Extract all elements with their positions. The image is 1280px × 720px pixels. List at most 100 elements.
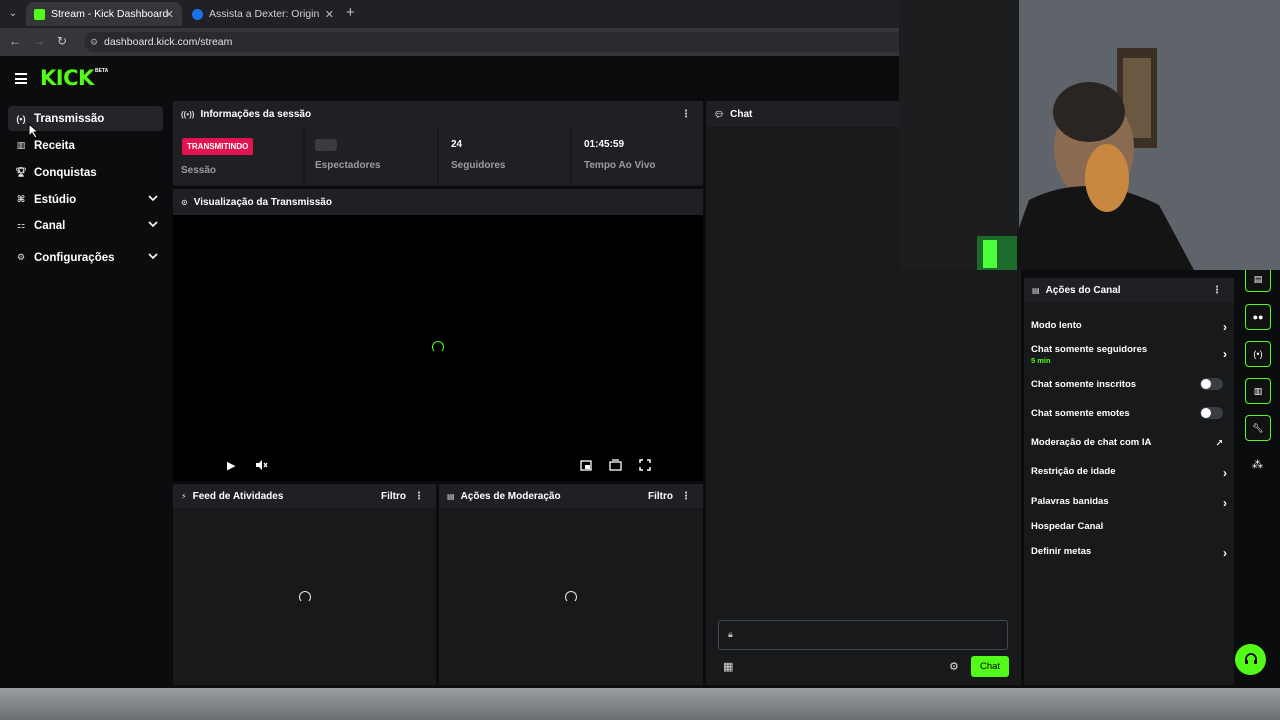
chat-settings-icon[interactable]: ⚙ <box>949 660 959 673</box>
more-options-icon[interactable]: ⋮ <box>414 491 424 502</box>
stat-value: 24 <box>451 139 463 150</box>
more-options-icon[interactable]: ⋮ <box>681 109 691 120</box>
sidebar-item-label: Estúdio <box>34 193 77 206</box>
chevron-down-icon[interactable] <box>147 250 159 262</box>
emotes-only-toggle[interactable] <box>1200 407 1223 419</box>
action-label: Chat somente emotes <box>1031 408 1130 419</box>
panel-title: Ações de Moderação <box>460 490 561 502</box>
chevron-down-icon[interactable] <box>147 192 159 204</box>
forward-icon[interactable]: → <box>33 34 45 48</box>
sidebar-item-label: Configurações <box>34 251 115 264</box>
filter-button[interactable]: Filtro <box>381 491 406 502</box>
store-icon[interactable]: ▦ <box>723 660 733 673</box>
chevron-down-icon[interactable] <box>147 218 159 230</box>
subscribers-only-toggle[interactable] <box>1200 378 1223 390</box>
play-icon[interactable]: ▶ <box>227 459 235 472</box>
browser-tab[interactable]: Assista a Dexter: Original Sin: D ✕ <box>184 2 342 26</box>
support-button[interactable] <box>1235 644 1266 675</box>
sidebar-item-estudio[interactable]: ⌘ Estúdio <box>8 187 163 212</box>
tab-search-icon[interactable]: ⌄ <box>4 4 22 22</box>
action-emotes-only: Chat somente emotes <box>1031 407 1227 419</box>
tab-title: Stream - Kick Dashboard <box>51 8 169 20</box>
back-icon[interactable]: ← <box>9 34 21 48</box>
mute-icon[interactable] <box>255 459 268 471</box>
more-options-icon[interactable]: ⋮ <box>681 491 691 502</box>
action-label: Moderação de chat com IA <box>1031 437 1152 448</box>
action-label: Chat somente seguidores <box>1031 344 1148 355</box>
channel-icon: ⚏ <box>16 220 26 230</box>
desk-background <box>0 688 1280 720</box>
chevron-right-icon: › <box>1223 496 1227 510</box>
close-tab-icon[interactable]: ✕ <box>325 8 334 21</box>
site-info-icon[interactable]: ⚙ <box>90 32 98 52</box>
kick-logo[interactable]: KICK <box>40 66 94 90</box>
channel-actions-header: ▤ Ações do Canal ⋮ <box>1024 278 1234 302</box>
url-field[interactable]: ⚙ dashboard.kick.com/stream <box>84 32 914 52</box>
menu-icon[interactable] <box>15 73 27 87</box>
new-tab-icon[interactable]: + <box>346 4 355 21</box>
more-options-icon[interactable]: ⋮ <box>1212 285 1222 296</box>
channel-actions-panel: ▤ Ações do Canal ⋮ <box>1024 278 1234 685</box>
chevron-right-icon: › <box>1223 347 1227 361</box>
url-text: dashboard.kick.com/stream <box>104 36 233 48</box>
reload-icon[interactable]: ↻ <box>57 34 67 48</box>
close-tab-icon[interactable]: ✕ <box>165 8 174 21</box>
browser-tab-active[interactable]: Stream - Kick Dashboard ✕ <box>26 2 182 26</box>
sidebar-item-label: Transmissão <box>34 112 105 125</box>
chevron-right-icon: › <box>1223 466 1227 480</box>
loading-spinner <box>299 591 311 603</box>
loading-spinner <box>565 591 577 603</box>
sidebar-item-canal[interactable]: ⚏ Canal <box>8 213 163 238</box>
action-banned-words[interactable]: Palavras banidas › <box>1031 496 1227 510</box>
broadcast-icon: ((•)) <box>181 109 195 119</box>
shield-icon: ▤ <box>447 491 455 501</box>
preview-icon: ⊙ <box>181 197 188 207</box>
kick-favicon-icon <box>34 8 45 20</box>
layout-icon[interactable]: ▥ <box>1245 378 1271 404</box>
send-chat-button[interactable]: Chat <box>971 656 1009 677</box>
lock-icon: 🔒︎ <box>728 629 733 639</box>
chevron-right-icon: › <box>1223 320 1227 334</box>
gear-icon: ⚙ <box>16 252 26 262</box>
mouse-cursor <box>28 123 40 139</box>
action-slow-mode[interactable]: Modo lento › <box>1031 320 1227 334</box>
action-label: Hospedar Canal <box>1031 521 1104 532</box>
action-age-restriction[interactable]: Restrição de idade › <box>1031 466 1227 480</box>
action-set-goals[interactable]: Definir metas › <box>1031 546 1227 560</box>
stat-label: Seguidores <box>451 160 506 171</box>
action-label: Restrição de idade <box>1031 466 1116 477</box>
action-label: Definir metas <box>1031 546 1092 557</box>
action-ai-moderation[interactable]: Moderação de chat com IA ↗ <box>1031 437 1227 448</box>
chart-icon: ▥ <box>16 140 26 150</box>
beta-tag: BETA <box>95 68 109 74</box>
chat-bubble-icon: 💬︎ <box>714 109 725 119</box>
chat-bubble-icon[interactable]: ●● <box>1245 304 1271 330</box>
headset-icon <box>1244 652 1257 664</box>
sidebar-item-label: Receita <box>34 139 75 152</box>
action-subscribers-only: Chat somente inscritos <box>1031 378 1227 390</box>
webcam-overlay <box>899 0 1280 270</box>
sidebar-item-conquistas[interactable]: 🏆︎ Conquistas <box>8 160 163 185</box>
action-host-channel[interactable]: Hospedar Canal <box>1031 521 1227 532</box>
viewer-count-placeholder <box>315 139 337 151</box>
studio-icon: ⌘ <box>16 194 26 204</box>
broadcast-icon[interactable]: (•) <box>1245 341 1271 367</box>
sidebar-item-label: Canal <box>34 219 66 232</box>
action-label: Chat somente inscritos <box>1031 379 1137 390</box>
fullscreen-icon[interactable] <box>639 459 651 471</box>
loading-spinner <box>432 341 444 353</box>
apps-icon[interactable]: ⁂ <box>1252 458 1263 471</box>
theater-mode-icon[interactable] <box>609 459 622 471</box>
action-sublabel: 5 min <box>1031 356 1051 365</box>
picture-in-picture-icon[interactable] <box>580 460 592 471</box>
action-followers-only[interactable]: Chat somente seguidores 5 min › <box>1031 344 1227 365</box>
lightning-icon: ⚡︎ <box>181 491 187 501</box>
sidebar-item-configuracoes[interactable]: ⚙ Configurações <box>8 245 163 270</box>
filter-button[interactable]: Filtro <box>648 491 673 502</box>
moderation-actions-header: ▤ Ações de Moderação Filtro ⋮ <box>439 484 703 508</box>
stream-preview-panel: ⊙ Visualização da Transmissão <box>173 189 703 481</box>
stat-label: Sessão <box>181 165 217 176</box>
wrench-icon[interactable]: 🔧︎ <box>1245 415 1271 441</box>
chat-input[interactable]: 🔒︎ <box>718 620 1008 650</box>
stat-viewers: Espectadores <box>305 127 437 185</box>
